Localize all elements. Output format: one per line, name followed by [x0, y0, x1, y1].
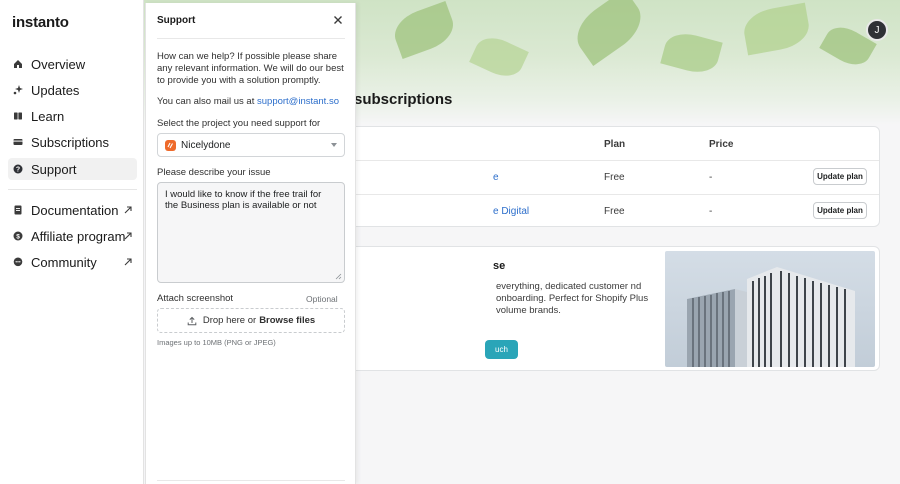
page-title: subscriptions — [354, 91, 453, 108]
leaf-decoration — [740, 2, 813, 56]
chat-icon — [13, 257, 23, 267]
file-hint: Images up to 10MB (PNG or JPEG) — [157, 338, 276, 347]
plan-value: Free — [604, 172, 625, 183]
plan-value: Free — [604, 206, 625, 217]
enterprise-promo-card: se everything, dedicated customer nd onb… — [314, 246, 880, 371]
promo-text: everything, dedicated customer nd onboar… — [496, 281, 649, 316]
home-icon — [13, 59, 23, 69]
sidebar: instanto Overview Updates Learn Subscrip… — [0, 0, 144, 484]
leaf-decoration — [567, 0, 651, 67]
external-link-icon — [123, 205, 133, 215]
svg-text:$: $ — [16, 234, 20, 241]
panel-divider — [157, 480, 345, 481]
card-icon — [13, 137, 23, 147]
get-in-touch-button[interactable]: uch — [485, 340, 518, 359]
store-link[interactable]: e Digital — [493, 206, 529, 217]
sidebar-item-overview[interactable]: Overview — [8, 53, 137, 75]
leaf-decoration — [469, 31, 529, 83]
svg-text:?: ? — [16, 167, 20, 174]
browse-files-link[interactable]: Browse files — [259, 315, 315, 326]
subscriptions-table: Plan Price e Free - Update plan e Digita… — [314, 126, 880, 227]
user-avatar[interactable]: J — [866, 19, 888, 41]
sidebar-item-subscriptions[interactable]: Subscriptions — [8, 131, 137, 153]
sidebar-item-label: Updates — [31, 82, 80, 98]
resize-handle-icon[interactable] — [335, 273, 342, 280]
row-divider — [315, 194, 879, 195]
update-plan-button[interactable]: Update plan — [813, 168, 867, 185]
leaf-decoration — [388, 0, 460, 60]
sidebar-item-affiliate-program[interactable]: $ Affiliate program — [8, 225, 137, 247]
row-divider — [315, 160, 879, 161]
sidebar-item-documentation[interactable]: Documentation — [8, 199, 137, 221]
chevron-down-icon — [331, 143, 337, 147]
sparkle-icon — [13, 85, 23, 95]
promo-title: se — [493, 260, 506, 272]
help-icon: ? — [13, 164, 23, 174]
mail-text: You can also mail us at support@instant.… — [157, 96, 345, 108]
document-icon — [13, 205, 23, 215]
sidebar-item-label: Affiliate program — [31, 228, 126, 244]
leaf-decoration — [660, 28, 723, 78]
sidebar-item-label: Overview — [31, 56, 86, 72]
optional-label: Optional — [306, 294, 338, 304]
external-link-icon — [123, 231, 133, 241]
store-link[interactable]: e — [493, 172, 499, 183]
project-select-value: Nicelydone — [181, 139, 231, 151]
column-header-price: Price — [709, 139, 734, 150]
support-panel: Support How can we help? If possible ple… — [145, 3, 356, 484]
file-dropzone[interactable]: Drop here or Browse files — [157, 308, 345, 333]
panel-title: Support — [157, 15, 196, 26]
dollar-icon: $ — [13, 231, 23, 241]
sidebar-item-label: Learn — [31, 108, 65, 124]
project-label: Select the project you need support for — [157, 118, 321, 129]
issue-label: Please describe your issue — [157, 167, 271, 178]
mail-prefix: You can also mail us at — [157, 96, 257, 107]
sidebar-item-learn[interactable]: Learn — [8, 105, 137, 127]
project-icon — [165, 139, 176, 151]
sidebar-divider — [8, 189, 137, 190]
sidebar-item-label: Documentation — [31, 202, 119, 218]
app-logo[interactable]: instanto — [12, 14, 69, 31]
sidebar-item-label: Community — [31, 254, 97, 270]
upload-icon — [187, 316, 197, 326]
drop-text: Drop here or — [202, 315, 257, 326]
book-icon — [13, 111, 23, 121]
external-link-icon — [123, 257, 133, 267]
close-icon[interactable] — [333, 15, 343, 25]
issue-textarea[interactable]: I would like to know if the free trail f… — [157, 182, 345, 283]
price-value: - — [709, 206, 713, 217]
sidebar-item-updates[interactable]: Updates — [8, 79, 137, 101]
sidebar-item-support[interactable]: ? Support — [8, 158, 137, 180]
sidebar-item-label: Support — [31, 161, 77, 177]
update-plan-button[interactable]: Update plan — [813, 202, 867, 219]
column-header-plan: Plan — [604, 139, 626, 150]
building-image — [665, 251, 875, 367]
support-intro-text: How can we help? If possible please shar… — [157, 51, 344, 86]
project-select[interactable]: Nicelydone — [157, 133, 345, 157]
panel-divider — [157, 38, 345, 39]
support-email-link[interactable]: support@instant.so — [257, 96, 339, 107]
sidebar-item-label: Subscriptions — [31, 134, 110, 150]
sidebar-item-community[interactable]: Community — [8, 251, 137, 273]
price-value: - — [709, 172, 713, 183]
